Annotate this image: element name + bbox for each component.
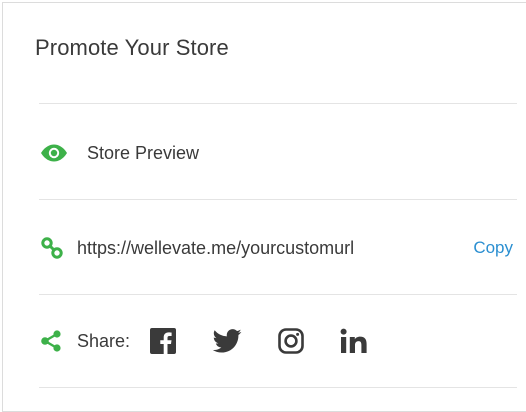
store-url-row: https://wellevate.me/yourcustomurl Copy <box>39 228 517 268</box>
share-row: Share: <box>39 321 517 361</box>
store-preview-row[interactable]: Store Preview <box>39 133 517 173</box>
share-label: Share: <box>77 330 131 351</box>
divider <box>39 199 517 200</box>
linkedin-icon[interactable] <box>340 328 368 354</box>
divider <box>39 387 517 388</box>
share-icon <box>39 330 63 352</box>
facebook-icon[interactable] <box>150 328 177 354</box>
store-url-text: https://wellevate.me/yourcustomurl <box>77 237 355 258</box>
promote-store-panel: Promote Your Store Store Preview https:/… <box>2 2 526 412</box>
store-preview-label[interactable]: Store Preview <box>87 143 199 164</box>
twitter-icon[interactable] <box>212 329 242 353</box>
panel-title: Promote Your Store <box>35 35 229 60</box>
divider <box>39 103 517 104</box>
instagram-icon[interactable] <box>278 328 304 354</box>
copy-url-button[interactable]: Copy <box>473 238 513 258</box>
eye-icon <box>39 144 69 162</box>
divider <box>39 294 517 295</box>
link-icon <box>39 236 65 260</box>
